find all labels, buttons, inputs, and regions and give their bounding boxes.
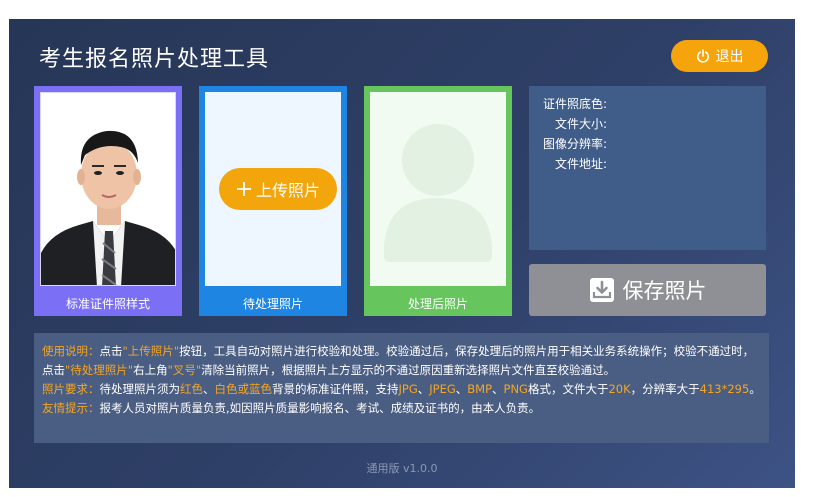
usage-title: 使用说明：	[42, 344, 100, 358]
req-text-3: 格式，文件大于	[527, 382, 609, 396]
usage-pending-highlight: "待处理照片"	[65, 363, 134, 377]
pending-photo-label: 待处理照片	[242, 297, 303, 311]
usage-text-1: 点击	[99, 344, 123, 358]
plus-icon	[236, 182, 251, 196]
req-size: 20K	[608, 382, 631, 396]
req-sep-3: 、	[455, 382, 468, 396]
power-icon	[696, 49, 709, 63]
req-bmp: BMP	[467, 382, 493, 396]
sample-photo-card: 标准证件照样式	[34, 86, 182, 316]
resolution-label: 图像分辨率:	[542, 137, 607, 151]
req-text-2: 背景的标准证件照，支持	[272, 382, 399, 396]
req-jpeg: JPEG	[429, 382, 456, 396]
resolution-value	[607, 134, 611, 154]
req-png: PNG	[503, 382, 528, 396]
sample-photo	[40, 92, 176, 286]
usage-text-3: 右上角	[133, 363, 168, 377]
person-silhouette-icon	[384, 124, 492, 262]
logout-button[interactable]: 退出	[671, 40, 768, 72]
usage-upload-highlight: "上传照片"	[122, 344, 180, 358]
download-tray-icon	[589, 278, 614, 302]
info-row-resolution: 图像分辨率:	[529, 134, 766, 154]
req-sep-4: 、	[492, 382, 504, 396]
info-row-file-path: 文件地址:	[529, 154, 766, 174]
info-row-file-size: 文件大小:	[529, 114, 766, 134]
processed-photo-label: 处理后照片	[407, 297, 468, 311]
logout-label: 退出	[715, 49, 744, 65]
req-text-1: 待处理照片须为	[99, 382, 181, 396]
sample-photo-label: 标准证件照样式	[65, 297, 150, 311]
photo-requirements: 照片要求：待处理照片须为红色、白色或蓝色背景的标准证件照，支持JPG、JPEG、…	[42, 380, 761, 399]
req-text-4: ，分辨率大于	[630, 382, 700, 396]
usage-text-4: 清除当前照片，根据照片上方显示的不通过原因重新选择照片文件直至校验通过。	[201, 363, 616, 377]
save-photo-button[interactable]: 保存照片	[529, 264, 766, 316]
req-jpg: JPG	[398, 382, 418, 396]
processed-photo-area	[370, 92, 506, 286]
req-sep-2: 、	[417, 382, 430, 396]
upload-photo-label: 上传照片	[255, 181, 320, 200]
instructions-panel: 使用说明：点击"上传照片"按钮，工具自动对照片进行校验和处理。校验通过后，保存处…	[34, 333, 769, 443]
version-label: 通用版 v1.0.0	[366, 462, 438, 475]
sample-person-image	[41, 93, 175, 285]
file-size-label: 文件大小:	[554, 117, 607, 131]
req-title: 照片要求：	[42, 382, 100, 396]
app-title: 考生报名照片处理工具	[39, 47, 270, 72]
friendly-tip: 友情提示：报考人员对照片质量负责,如因照片质量影响报名、考试、成绩及证书的，由本…	[42, 399, 761, 418]
file-path-label: 文件地址:	[554, 157, 607, 171]
req-red: 红色	[180, 382, 203, 396]
usage-x-highlight: "叉号"	[167, 363, 202, 377]
file-path-value	[607, 154, 611, 174]
pending-photo-area[interactable]: 上传照片	[205, 92, 341, 286]
req-sep-1: 、	[203, 382, 215, 396]
photo-info-panel: 证件照底色: 文件大小: 图像分辨率: 文件地址:	[529, 86, 766, 250]
save-photo-label: 保存照片	[622, 279, 707, 303]
req-white-blue: 白色或蓝色	[214, 382, 273, 396]
pending-photo-card: 上传照片 待处理照片	[199, 86, 347, 316]
processed-photo-card: 处理后照片	[364, 86, 512, 316]
tip-title: 友情提示：	[42, 401, 100, 415]
bg-color-label: 证件照底色:	[542, 97, 607, 111]
file-size-value	[607, 114, 611, 134]
upload-photo-button[interactable]: 上传照片	[219, 168, 337, 210]
req-resolution: 413*295	[699, 382, 750, 396]
usage-instructions: 使用说明：点击"上传照片"按钮，工具自动对照片进行校验和处理。校验通过后，保存处…	[42, 342, 761, 380]
bg-color-value	[607, 94, 611, 114]
app-window: 考生报名照片处理工具 退出 标准证件照样式 上传照片 待处理照片 处理后照片 证…	[9, 19, 795, 488]
tip-text: 报考人员对照片质量负责,如因照片质量影响报名、考试、成绩及证书的，由本人负责。	[99, 401, 541, 415]
req-text-5: 。	[749, 382, 761, 396]
info-row-bg-color: 证件照底色:	[529, 94, 766, 114]
